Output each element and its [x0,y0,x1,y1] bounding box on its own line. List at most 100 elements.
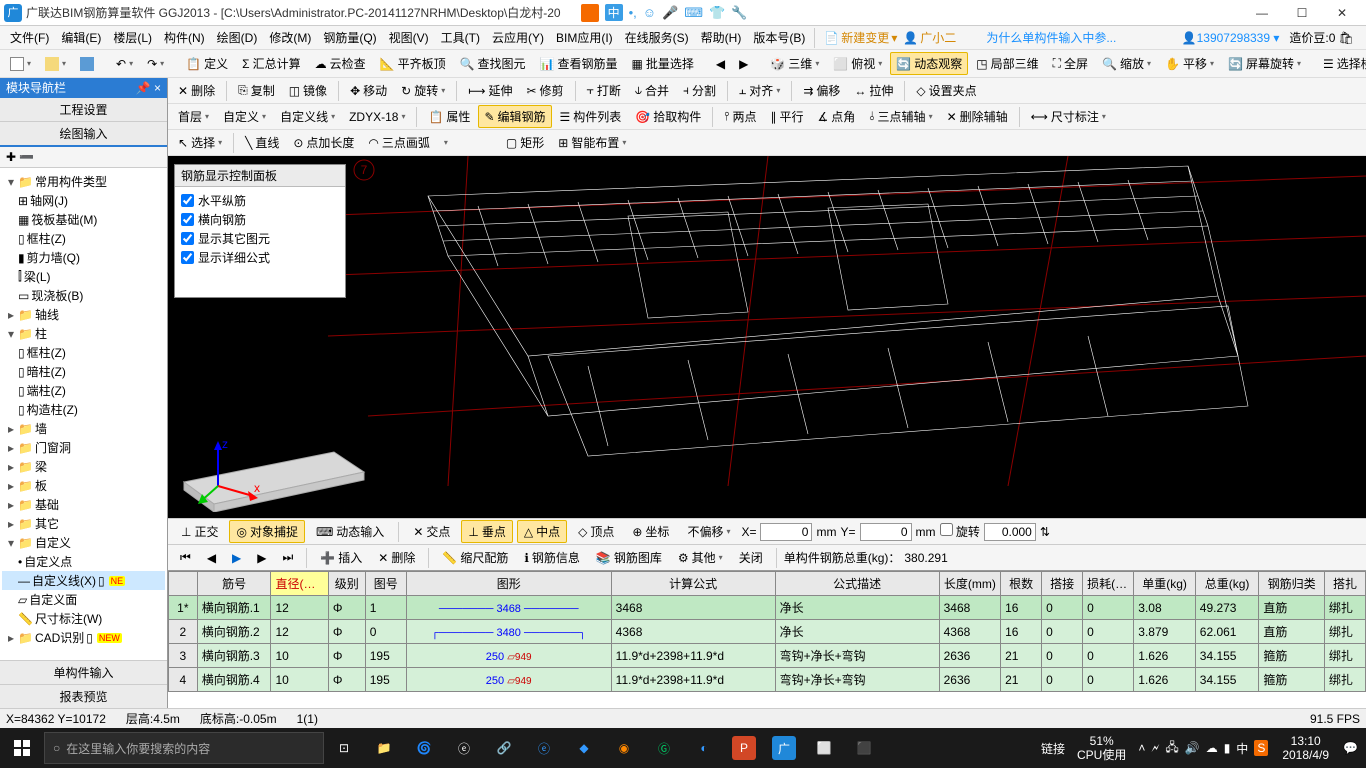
copy-button[interactable]: ⎘ 复制 [232,79,281,102]
tree-item[interactable]: ▯ 构造柱(Z) [2,400,165,419]
delete-aux-button[interactable]: ✕ 删除辅轴 [941,105,1014,128]
orbit-button[interactable]: 🔄 动态观察 [890,52,968,75]
app-icon-8[interactable]: ⬛ [844,728,884,768]
fullscreen-button[interactable]: ⛶ 全屏 [1047,52,1094,75]
menu-item[interactable]: 修改(M) [263,29,317,47]
edit-rebar-button[interactable]: ✎ 编辑钢筋 [478,105,551,128]
view-rebar-qty-button[interactable]: 📊 查看钢筋量 [534,52,624,75]
app-icon-1[interactable]: 🌀 [404,728,444,768]
category-select[interactable]: 自定义 ▾ [217,105,272,128]
open-button[interactable]: ▾ [39,54,72,74]
grid-header[interactable]: 计算公式 [611,572,775,596]
app-icon-3[interactable]: ◉ [604,728,644,768]
tree-item[interactable]: 📏 尺寸标注(W) [2,609,165,628]
grid-prev[interactable]: ◀ [201,548,222,568]
tray-onedrive-icon[interactable]: ☁ [1206,741,1218,755]
tree-group-cad[interactable]: ▸📁 CAD识别 ▯NEW [2,628,165,647]
tray-volume-icon[interactable]: 🔊 [1185,741,1200,755]
grid-info[interactable]: ℹ 钢筋信息 [518,546,586,569]
zoom-button[interactable]: 🔍 缩放 ▾ [1096,52,1157,75]
menu-item[interactable]: 在线服务(S) [619,29,695,47]
snap-intersect[interactable]: ✕ 交点 [406,520,457,543]
grid-library[interactable]: 📚 钢筋图库 [590,546,668,569]
window-maximize[interactable]: ☐ [1282,1,1322,25]
grid-header[interactable]: 总重(kg) [1195,572,1259,596]
smart-layout-tool[interactable]: ⊞ 智能布置 ▾ [552,131,632,154]
tree-item[interactable]: ▯ 框柱(Z) [2,343,165,362]
split-button[interactable]: ⫞ 分割 [677,79,722,102]
grid-header[interactable]: 图形 [406,572,611,596]
tree-item[interactable]: ▦ 筏板基础(M) [2,210,165,229]
grid-header[interactable]: 长度(mm) [939,572,1000,596]
grid-header[interactable] [169,572,198,596]
ime-emoji-icon[interactable]: ☺ [643,5,656,20]
trim-button[interactable]: ✂ 修剪 [520,79,569,102]
sidebar-pin-icon[interactable]: 📌 [136,81,151,95]
local-3d-button[interactable]: ◳ 局部三维 [970,52,1044,75]
menu-item[interactable]: BIM应用(I) [550,29,619,47]
snap-mid[interactable]: △ 中点 [517,520,567,543]
rect-tool[interactable]: ▢ 矩形 [500,131,550,154]
tray-notifications-icon[interactable]: 💬 [1343,741,1358,755]
snap-coord[interactable]: ⊕ 坐标 [625,520,676,543]
tray-ime-lang[interactable]: 中 [1236,740,1248,757]
floor-select[interactable]: 首层 ▾ [172,105,215,128]
point-angle-button[interactable]: ∡ 点角 [812,105,862,128]
grid-first[interactable]: ⏮ [174,547,197,568]
parallel-button[interactable]: ∥ 平行 [765,105,810,128]
tree-group-other[interactable]: ▸📁 其它 [2,514,165,533]
gxr-link[interactable]: 👤广小二 [903,29,956,46]
pan-button[interactable]: ✋ 平移 ▾ [1159,52,1220,75]
menu-item[interactable]: 编辑(E) [55,29,107,47]
rotate-check[interactable]: 旋转 [940,523,980,540]
break-button[interactable]: ⫟ 打断 [581,79,627,102]
point-length-tool[interactable]: ⊙ 点加长度 [287,131,360,154]
tray-clock[interactable]: 13:102018/4/9 [1274,734,1337,763]
tree-item[interactable]: ▭ 现浇板(B) [2,286,165,305]
grid-header[interactable]: 单重(kg) [1134,572,1195,596]
merge-button[interactable]: ⫝ 合并 [629,79,675,102]
rebar-display-panel[interactable]: 钢筋显示控制面板 水平纵筋 横向钢筋 显示其它图元 显示详细公式 [174,164,346,298]
align-button[interactable]: ⫠ 对齐 ▾ [733,79,786,102]
ortho-toggle[interactable]: ⊥ 正交 [174,520,225,543]
tree-group-foundation[interactable]: ▸📁 基础 [2,495,165,514]
screen-rotate-button[interactable]: 🔄 屏幕旋转 ▾ [1222,52,1307,75]
start-button[interactable] [0,728,44,768]
tree-item[interactable]: ▱ 自定义面 [2,590,165,609]
top-view-button[interactable]: ⬜ 俯视 ▾ [827,52,888,75]
warning-link[interactable]: 为什么单构件输入中参... [986,29,1116,46]
menu-item[interactable]: 版本号(B) [747,29,811,47]
two-point-button[interactable]: ⫯ 两点 [718,105,762,128]
app-icon-2[interactable]: ◆ [564,728,604,768]
app-icon-7[interactable]: ⬜ [804,728,844,768]
grid-header[interactable]: 钢筋归类 [1259,572,1325,596]
align-top-button[interactable]: 📐 平齐板顶 [374,52,452,75]
table-row[interactable]: 4横向钢筋.410Φ195250 ▱94911.9*d+2398+11.9*d弯… [169,668,1366,692]
select-tool[interactable]: ↖ 选择 ▾ [172,131,228,154]
tree-item[interactable]: ⊞ 轴网(J) [2,191,165,210]
ppt-icon[interactable]: P [732,736,756,760]
snap-perp[interactable]: ⊥ 垂点 [461,520,512,543]
explorer-icon[interactable]: 📁 [364,728,404,768]
code-select[interactable]: ZDYX-18 ▾ [343,107,411,127]
grid-last[interactable]: ⏭ [277,547,300,568]
tree-group-axis[interactable]: ▸📁 轴线 [2,305,165,324]
window-minimize[interactable]: — [1242,1,1282,25]
cloud-check-button[interactable]: ☁ 云检查 [309,52,372,75]
pick-component-button[interactable]: 🎯 拾取构件 [629,105,707,128]
ime-mic-icon[interactable]: 🎤 [662,5,678,21]
dimension-button[interactable]: ⟷ 尺寸标注 ▾ [1025,105,1112,128]
ime-sogou-icon[interactable] [581,4,599,22]
mirror-button[interactable]: ◫ 镜像 [283,79,333,102]
taskbar-search[interactable]: ○ 在这里输入你要搜索的内容 [44,732,324,764]
tree-group-custom[interactable]: ▾📁 自定义 [2,533,165,552]
tree-item-selected[interactable]: — 自定义线(X)▯NE [2,571,165,590]
menu-item[interactable]: 绘图(D) [211,29,264,47]
tray-ime-bar[interactable]: ▮ [1224,741,1231,755]
redo-button[interactable]: ↷ ▾ [141,54,170,74]
app-icon-6[interactable]: 广 [772,736,796,760]
grid-header[interactable]: 直径(mm) [271,572,328,596]
tree-item[interactable]: ▮ 剪力墙(Q) [2,248,165,267]
property-button[interactable]: 📋 属性 [422,105,476,128]
grid-scale[interactable]: 📏 缩尺配筋 [436,546,514,569]
